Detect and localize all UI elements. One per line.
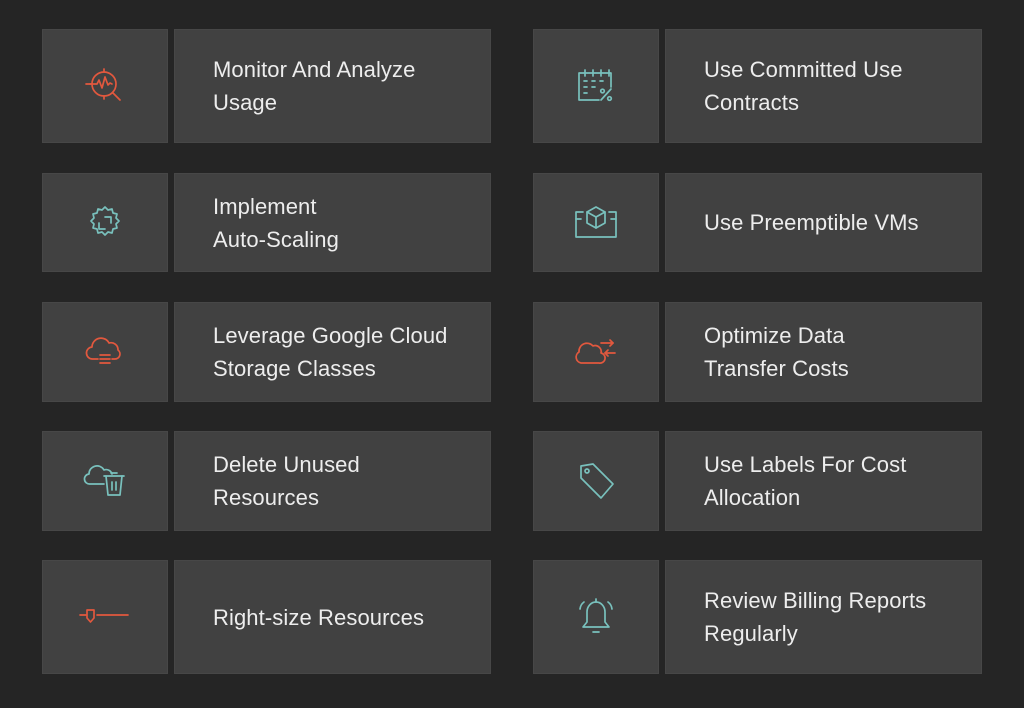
item-label: Monitor And Analyze Usage: [213, 57, 416, 115]
item-card: Use Labels For Cost Allocation: [665, 431, 982, 531]
cloud-storage-icon: [85, 337, 121, 364]
item-card: Implement Auto-Scaling: [174, 173, 491, 272]
cloud-transfer-icon: [575, 339, 616, 364]
item-icon-tile: [42, 29, 168, 143]
item-icon-tile: [42, 173, 168, 272]
item-icon-tile: [533, 302, 659, 402]
item-card: Review Billing Reports Regularly: [665, 560, 982, 674]
item-label: Right-size Resources: [213, 604, 425, 630]
item-card: Right-size Resources: [174, 560, 491, 674]
item-label: Use Preemptible VMs: [704, 210, 919, 235]
item-label: Review Billing Reports Regularly: [704, 588, 927, 646]
item-card: Optimize Data Transfer Costs: [665, 302, 982, 402]
item-label: Delete Unused Resources: [213, 452, 360, 510]
monitor-analyze-icon: [85, 68, 121, 101]
slider-icon: [79, 609, 129, 623]
item-card: Monitor And Analyze Usage: [174, 29, 491, 143]
item-label: Use Labels For Cost Allocation: [704, 452, 907, 510]
item-label: Leverage Google Cloud Storage Classes: [213, 323, 448, 381]
item-icon-tile: [42, 560, 168, 674]
item-icon-tile: [533, 29, 659, 143]
item-icon-tile: [42, 302, 168, 402]
item-icon-tile: [533, 560, 659, 674]
calendar-percent-icon: [578, 69, 613, 102]
item-icon-tile: [42, 431, 168, 531]
tag-icon: [580, 463, 614, 499]
item-label: Optimize Data Transfer Costs: [704, 323, 849, 381]
item-label: Use Committed Use Contracts: [704, 57, 903, 115]
item-label: Implement Auto-Scaling: [213, 193, 339, 252]
gear-expand-icon: [90, 205, 120, 236]
item-icon-tile: [533, 431, 659, 531]
cloud-delete-icon: [83, 465, 125, 496]
item-card: Delete Unused Resources: [174, 431, 491, 531]
item-card: Use Committed Use Contracts: [665, 29, 982, 143]
cube-box-icon: [575, 205, 617, 238]
item-card: Leverage Google Cloud Storage Classes: [174, 302, 491, 402]
item-card: Use Preemptible VMs: [665, 173, 982, 272]
item-icon-tile: [533, 173, 659, 272]
bell-icon: [579, 598, 613, 633]
